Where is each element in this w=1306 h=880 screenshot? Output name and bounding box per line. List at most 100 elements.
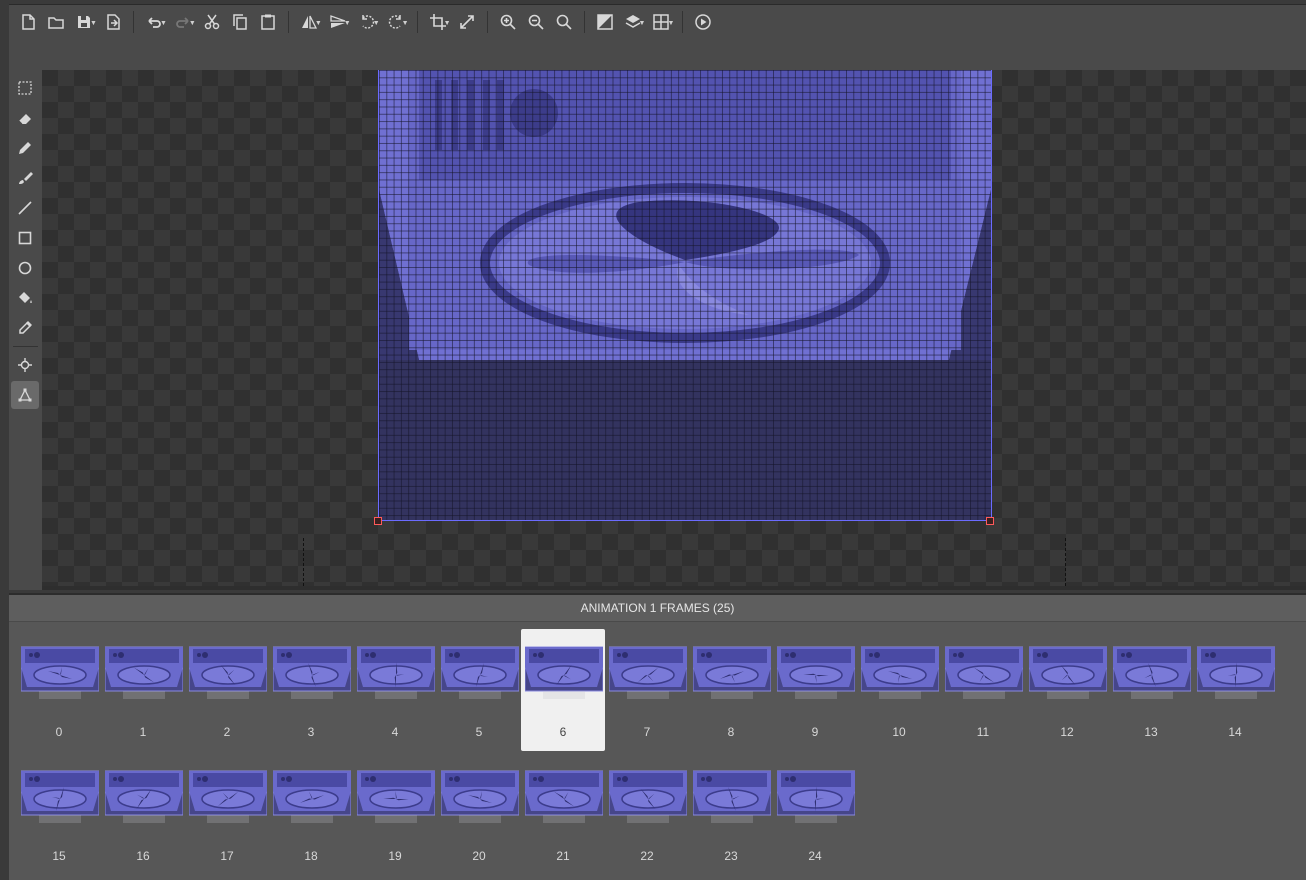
frame-13[interactable]: 13 xyxy=(1109,629,1193,751)
rotate-right-dropdown-caret-icon[interactable]: ▼ xyxy=(402,20,409,27)
zoom-in-button[interactable] xyxy=(494,8,522,36)
crop-dropdown-caret-icon[interactable]: ▼ xyxy=(444,20,451,27)
scissors-icon xyxy=(203,13,221,31)
frame-12[interactable]: 12 xyxy=(1025,629,1109,751)
frame-10[interactable]: 10 xyxy=(857,629,941,751)
grid-dropdown-caret-icon[interactable]: ▼ xyxy=(667,20,674,27)
toolbar-separator xyxy=(583,11,585,33)
frame-3[interactable]: 3 xyxy=(269,629,353,751)
frame-thumbnail-image xyxy=(273,646,351,699)
resize-button[interactable] xyxy=(453,8,481,36)
open-folder-button[interactable] xyxy=(42,8,70,36)
frame-thumbnail-image xyxy=(1029,646,1107,699)
frame-9[interactable]: 9 xyxy=(773,629,857,751)
frame-number: 20 xyxy=(472,849,486,863)
frame-thumbnail-image xyxy=(945,646,1023,699)
frame-number: 17 xyxy=(220,849,234,863)
frame-20[interactable]: 20 xyxy=(437,753,521,875)
toolbar-separator xyxy=(416,11,418,33)
frame-5[interactable]: 5 xyxy=(437,629,521,751)
frame-number: 3 xyxy=(307,725,315,739)
resize-handle-bottom-right[interactable] xyxy=(986,517,994,525)
frame-2[interactable]: 2 xyxy=(185,629,269,751)
frame-17[interactable]: 17 xyxy=(185,753,269,875)
redo-dropdown-caret-icon[interactable]: ▼ xyxy=(189,20,196,27)
canvas-horizontal-scrollbar[interactable] xyxy=(42,586,1306,590)
frame-number: 9 xyxy=(811,725,819,739)
rotate-left-dropdown-caret-icon[interactable]: ▼ xyxy=(373,20,380,27)
zoom-out-icon xyxy=(527,13,545,31)
cut-button[interactable] xyxy=(198,8,226,36)
frame-7[interactable]: 7 xyxy=(605,629,689,751)
resize-handle-bottom-left[interactable] xyxy=(374,517,382,525)
tool-separator xyxy=(13,346,38,347)
background-button[interactable] xyxy=(591,8,619,36)
frame-thumbnail-image xyxy=(357,646,435,699)
copy-button[interactable] xyxy=(226,8,254,36)
frame-thumbnail-image xyxy=(1113,646,1191,699)
zoom-out-button[interactable] xyxy=(522,8,550,36)
flip-vertical-dropdown-caret-icon[interactable]: ▼ xyxy=(344,20,351,27)
frame-number: 11 xyxy=(976,725,990,739)
sprite-frame-canvas[interactable] xyxy=(378,70,992,521)
frame-thumbnail-image xyxy=(273,770,351,823)
frame-21[interactable]: 21 xyxy=(521,753,605,875)
pixel-grid-overlay xyxy=(379,70,991,520)
frame-24[interactable]: 24 xyxy=(773,753,857,875)
tool-fill[interactable] xyxy=(11,284,39,312)
pencil-icon xyxy=(17,140,33,156)
secondary-toolbar xyxy=(9,38,1306,70)
frame-11[interactable]: 11 xyxy=(941,629,1025,751)
tool-line[interactable] xyxy=(11,194,39,222)
frame-thumbnail-image xyxy=(441,770,519,823)
play-button[interactable] xyxy=(689,8,717,36)
frame-18[interactable]: 18 xyxy=(269,753,353,875)
frame-thumbnail-image xyxy=(777,770,855,823)
folder-icon xyxy=(47,13,65,31)
frame-23[interactable]: 23 xyxy=(689,753,773,875)
frame-14[interactable]: 14 xyxy=(1193,629,1277,751)
export-button[interactable] xyxy=(99,8,127,36)
tool-transform[interactable] xyxy=(11,381,39,409)
tool-rectangle[interactable] xyxy=(11,224,39,252)
layers-dropdown-caret-icon[interactable]: ▼ xyxy=(639,20,646,27)
tool-origin[interactable] xyxy=(11,351,39,379)
frame-1[interactable]: 1 xyxy=(101,629,185,751)
frame-16[interactable]: 16 xyxy=(101,753,185,875)
frame-19[interactable]: 19 xyxy=(353,753,437,875)
frame-4[interactable]: 4 xyxy=(353,629,437,751)
tool-eraser[interactable] xyxy=(11,104,39,132)
frame-number: 1 xyxy=(139,725,147,739)
paste-button[interactable] xyxy=(254,8,282,36)
frame-15[interactable]: 15 xyxy=(17,753,101,875)
toolbar-separator xyxy=(132,11,134,33)
tool-brush[interactable] xyxy=(11,164,39,192)
frame-number: 5 xyxy=(475,725,483,739)
frame-number: 19 xyxy=(388,849,402,863)
new-file-button[interactable] xyxy=(14,8,42,36)
zoom-fit-button[interactable] xyxy=(550,8,578,36)
tool-eyedropper[interactable] xyxy=(11,314,39,342)
frame-0[interactable]: 0 xyxy=(17,629,101,751)
new-file-icon xyxy=(19,13,37,31)
undo-dropdown-caret-icon[interactable]: ▼ xyxy=(160,20,167,27)
paste-icon xyxy=(259,13,277,31)
frame-thumbnail-image xyxy=(693,770,771,823)
paint-bucket-icon xyxy=(17,290,33,306)
tool-ellipse[interactable] xyxy=(11,254,39,282)
frame-thumbnail-image xyxy=(525,770,603,823)
save-dropdown-caret-icon[interactable]: ▼ xyxy=(90,20,97,27)
editor-canvas[interactable] xyxy=(42,70,1306,586)
frame-22[interactable]: 22 xyxy=(605,753,689,875)
flip-horizontal-dropdown-caret-icon[interactable]: ▼ xyxy=(315,20,322,27)
crosshair-icon xyxy=(17,357,33,373)
frame-8[interactable]: 8 xyxy=(689,629,773,751)
tool-marquee[interactable] xyxy=(11,74,39,102)
frame-thumbnail-image xyxy=(357,770,435,823)
zoom-in-icon xyxy=(499,13,517,31)
frame-number: 15 xyxy=(52,849,66,863)
frame-6[interactable]: 6 xyxy=(521,629,605,751)
eraser-icon xyxy=(17,110,33,126)
frame-thumbnail-image xyxy=(105,646,183,699)
tool-pencil[interactable] xyxy=(11,134,39,162)
